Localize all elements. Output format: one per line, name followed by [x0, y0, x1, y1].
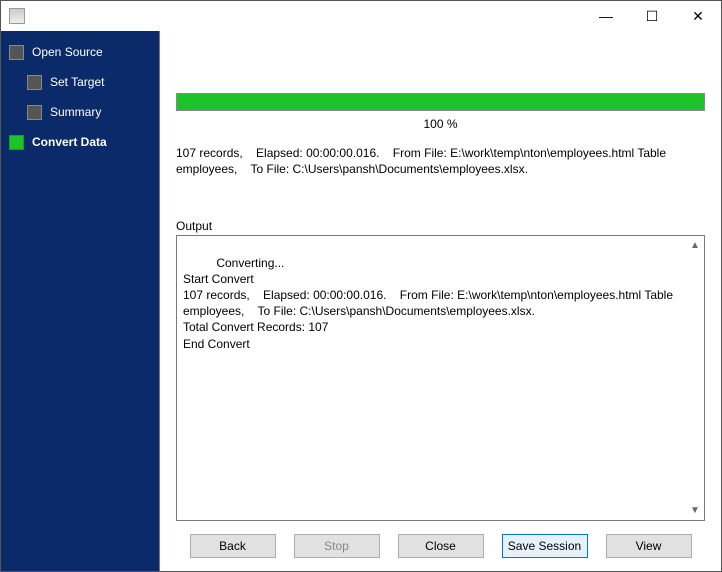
footer-button-bar: Back Stop Close Save Session View — [160, 521, 721, 571]
back-button[interactable]: Back — [190, 534, 276, 558]
stop-button: Stop — [294, 534, 380, 558]
window-controls: — ☐ ✕ — [583, 1, 721, 31]
app-icon — [9, 8, 25, 24]
step-box-icon — [9, 135, 24, 150]
sidebar-item-summary[interactable]: Summary — [5, 97, 155, 127]
main-panel: 100 % 107 records, Elapsed: 00:00:00.016… — [159, 31, 721, 571]
minimize-button[interactable]: — — [583, 1, 629, 31]
output-text: Converting... Start Convert 107 records,… — [183, 256, 676, 351]
content-area: 100 % 107 records, Elapsed: 00:00:00.016… — [160, 31, 721, 521]
sidebar: Open Source Set Target Summary Convert D… — [1, 31, 159, 571]
body: Open Source Set Target Summary Convert D… — [1, 31, 721, 571]
sidebar-item-label: Open Source — [32, 45, 103, 59]
close-window-button[interactable]: ✕ — [675, 1, 721, 31]
progress-percent-label: 100 % — [176, 117, 705, 131]
sidebar-item-convert-data[interactable]: Convert Data — [5, 127, 155, 157]
progress-bar — [176, 93, 705, 111]
titlebar: — ☐ ✕ — [1, 1, 721, 31]
conversion-summary-text: 107 records, Elapsed: 00:00:00.016. From… — [176, 145, 705, 177]
save-session-button[interactable]: Save Session — [502, 534, 588, 558]
view-button[interactable]: View — [606, 534, 692, 558]
sidebar-item-open-source[interactable]: Open Source — [5, 37, 155, 67]
sidebar-item-label: Summary — [50, 105, 101, 119]
step-box-icon — [27, 105, 42, 120]
app-window: — ☐ ✕ Open Source Set Target Summary — [0, 0, 722, 572]
close-button[interactable]: Close — [398, 534, 484, 558]
sidebar-item-label: Set Target — [50, 75, 104, 89]
maximize-button[interactable]: ☐ — [629, 1, 675, 31]
sidebar-item-label: Convert Data — [32, 135, 107, 149]
scroll-up-icon[interactable]: ▲ — [688, 238, 702, 252]
step-box-icon — [9, 45, 24, 60]
output-label: Output — [176, 219, 705, 233]
scroll-down-icon[interactable]: ▼ — [688, 504, 702, 518]
sidebar-item-set-target[interactable]: Set Target — [5, 67, 155, 97]
output-textbox[interactable]: Converting... Start Convert 107 records,… — [176, 235, 705, 521]
progress-section: 100 % — [176, 93, 705, 131]
step-box-icon — [27, 75, 42, 90]
